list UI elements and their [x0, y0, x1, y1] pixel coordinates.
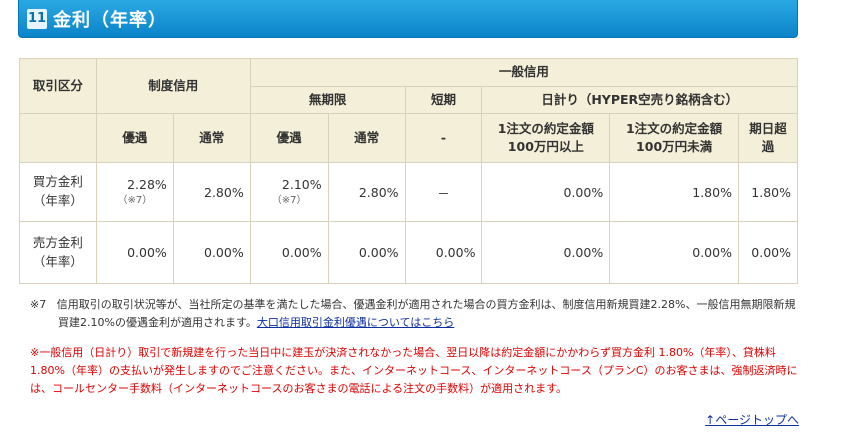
cell-sell-under-1m: 0.00% [609, 221, 739, 284]
cell-buy-over-1m: 0.00% [481, 162, 611, 222]
header-trade-type: 取引区分 [19, 58, 97, 114]
header-mukigen-yugu: 優遇 [249, 113, 329, 163]
header-overdue-line1: 期日超 [749, 120, 787, 136]
cell-buy-tanki: － [404, 162, 483, 222]
cell-buy-seido-tsujo: 2.80% [172, 162, 251, 222]
table-row-buy: 買方金利 （年率） 2.28% （※7） 2.80% 2.10% （※7） 2.… [19, 162, 799, 222]
cell-sell-seido-tsujo: 0.00% [172, 221, 251, 284]
hibakari-warning-note: ※一般信用（日計り）取引で新規建を行った当日中に建玉が決済されなかった場合、翌日… [30, 346, 798, 395]
table-row-sell: 売方金利 （年率） 0.00% 0.00% 0.00% 0.00% 0.00% … [19, 221, 799, 284]
header-hibakari: 日計り（HYPER空売り銘柄含む） [481, 86, 798, 114]
header-over-1m: 1注文の約定金額 100万円以上 [481, 113, 611, 163]
header-over-1m-line1: 1注文の約定金額 [497, 120, 594, 136]
row-label-sell-line2: （年率） [32, 253, 83, 269]
cell-buy-mukigen-yugu: 2.10% （※7） [249, 162, 329, 222]
row-label-sell: 売方金利 （年率） [19, 221, 97, 284]
header-overdue-line2: 過 [761, 139, 775, 154]
header-seido-yugu: 優遇 [95, 113, 174, 163]
section-title: 金利（年率） [53, 9, 167, 31]
footnote-7: ※7 信用取引の取引状況等が、当社所定の基準を満たした場合、優遇金利が適用された… [30, 296, 800, 332]
page-top-link[interactable]: ↑ページトップへ [705, 411, 799, 428]
interest-rate-table: 取引区分 制度信用 一般信用 無期限 短期 日計り（HYPER空売り銘柄含む） … [19, 58, 799, 284]
header-mukigen-tsujo: 通常 [327, 113, 406, 163]
cell-buy-seido-yugu: 2.28% （※7） [95, 162, 174, 222]
cell-buy-seido-yugu-note: （※7） [117, 194, 153, 206]
cell-sell-mukigen-yugu: 0.00% [249, 221, 329, 284]
cell-buy-mukigen-yugu-value: 2.10% [281, 177, 322, 193]
section-header: 11 金利（年率） [18, 0, 798, 38]
header-ippan-shinyo: 一般信用 [249, 58, 799, 87]
cell-buy-mukigen-yugu-note: （※7） [271, 194, 307, 206]
cell-buy-overdue: 1.80% [737, 162, 799, 222]
header-overdue: 期日超 過 [737, 113, 799, 163]
cell-sell-mukigen-tsujo: 0.00% [327, 221, 406, 284]
large-margin-discount-link[interactable]: 大口信用取引金利優遇についてはこちら [257, 316, 454, 329]
cell-sell-seido-yugu: 0.00% [95, 221, 174, 284]
cell-buy-seido-yugu-value: 2.28% [127, 177, 167, 193]
header-under-1m-line1: 1注文の約定金額 [625, 120, 723, 136]
row-label-buy-line1: 買方金利 [32, 174, 83, 190]
cell-buy-mukigen-tsujo: 2.80% [327, 162, 406, 222]
cell-sell-over-1m: 0.00% [481, 221, 611, 284]
header-empty [19, 113, 97, 163]
header-under-1m-line2: 100万円未満 [636, 139, 713, 154]
header-seido-shinyo: 制度信用 [95, 58, 251, 114]
header-tanki-dash: - [404, 113, 483, 163]
row-label-buy-line2: （年率） [32, 193, 83, 208]
cell-buy-under-1m: 1.80% [609, 162, 739, 222]
footnote-7-mark: ※7 [30, 298, 47, 311]
header-mukigen: 無期限 [249, 86, 406, 114]
header-under-1m: 1注文の約定金額 100万円未満 [609, 113, 739, 163]
row-label-buy: 買方金利 （年率） [19, 162, 97, 222]
header-seido-tsujo: 通常 [172, 113, 251, 163]
cell-sell-overdue: 0.00% [737, 221, 799, 284]
header-tanki: 短期 [404, 86, 483, 114]
cell-sell-tanki: 0.00% [404, 221, 483, 284]
row-label-sell-line1: 売方金利 [32, 234, 83, 250]
section-number-badge: 11 [27, 8, 47, 29]
header-over-1m-line2: 100万円以上 [507, 139, 584, 154]
